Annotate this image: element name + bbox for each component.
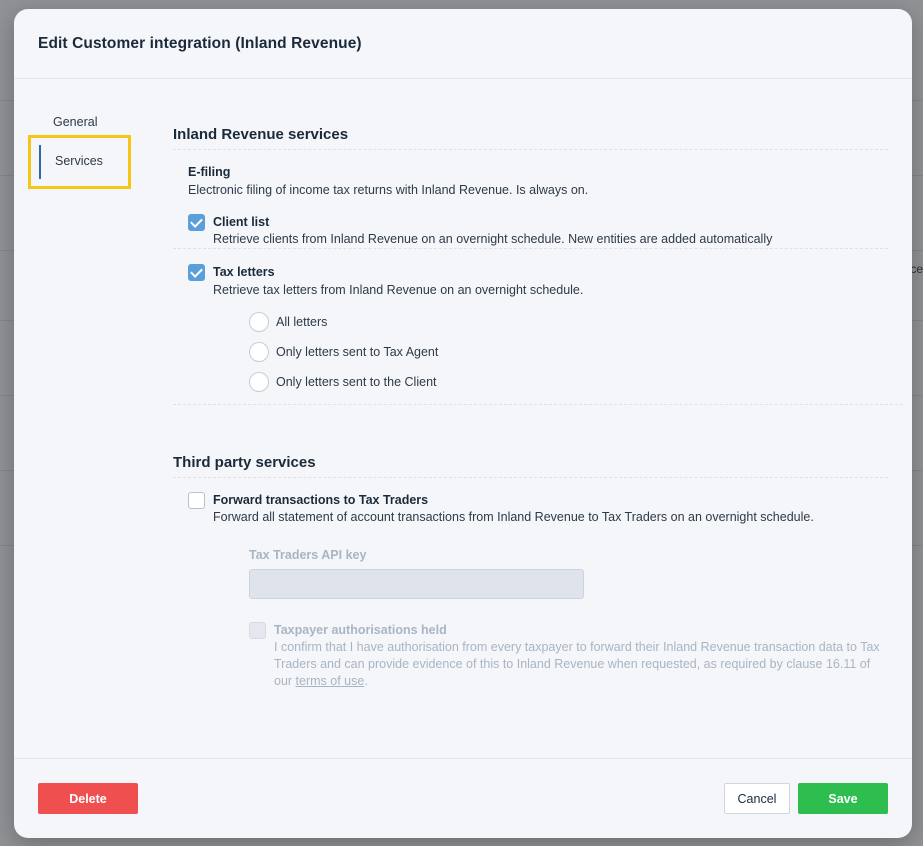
api-key-input[interactable] (249, 569, 584, 599)
nav-item-services-label: Services (55, 154, 103, 168)
radio-tax-agent-letters[interactable] (249, 342, 269, 362)
efiling-title: E-filing (188, 165, 231, 179)
section-title-inland-revenue: Inland Revenue services (173, 126, 349, 143)
forward-transactions-desc: Forward all statement of account transac… (213, 510, 814, 524)
section-title-third-party: Third party services (173, 454, 316, 471)
delete-button[interactable]: Delete (38, 783, 138, 814)
authorisation-checkbox[interactable] (249, 622, 266, 639)
client-list-desc: Retrieve clients from Inland Revenue on … (213, 232, 773, 246)
nav-active-indicator (39, 145, 41, 179)
terms-of-use-link[interactable]: terms of use (296, 674, 365, 688)
forward-transactions-title: Forward transactions to Tax Traders (213, 493, 429, 507)
edit-integration-modal: Edit Customer integration (Inland Revenu… (14, 9, 912, 838)
api-key-label: Tax Traders API key (249, 548, 367, 562)
radio-all-letters-label: All letters (276, 315, 328, 329)
background-partial-text: ce (910, 262, 923, 276)
tax-letters-checkbox[interactable] (188, 264, 205, 281)
radio-client-letters[interactable] (249, 372, 269, 392)
client-list-title: Client list (213, 215, 270, 229)
efiling-desc: Electronic filing of income tax returns … (188, 183, 589, 197)
radio-tax-agent-letters-label: Only letters sent to Tax Agent (276, 345, 439, 359)
save-button[interactable]: Save (798, 783, 888, 814)
cancel-button[interactable]: Cancel (724, 783, 790, 814)
radio-client-letters-label: Only letters sent to the Client (276, 375, 437, 389)
authorisation-title: Taxpayer authorisations held (274, 623, 447, 637)
nav-item-general[interactable]: General (53, 115, 97, 129)
forward-transactions-checkbox[interactable] (188, 492, 205, 509)
modal-header: Edit Customer integration (Inland Revenu… (14, 9, 912, 79)
modal-title: Edit Customer integration (Inland Revenu… (38, 35, 362, 52)
nav-item-services[interactable]: Services (28, 135, 131, 189)
authorisation-text: I confirm that I have authorisation from… (274, 640, 880, 688)
tax-letters-desc: Retrieve tax letters from Inland Revenue… (213, 283, 584, 297)
radio-all-letters[interactable] (249, 312, 269, 332)
tax-letters-title: Tax letters (213, 265, 275, 279)
modal-footer: Delete Cancel Save (14, 758, 912, 838)
client-list-checkbox[interactable] (188, 214, 205, 231)
